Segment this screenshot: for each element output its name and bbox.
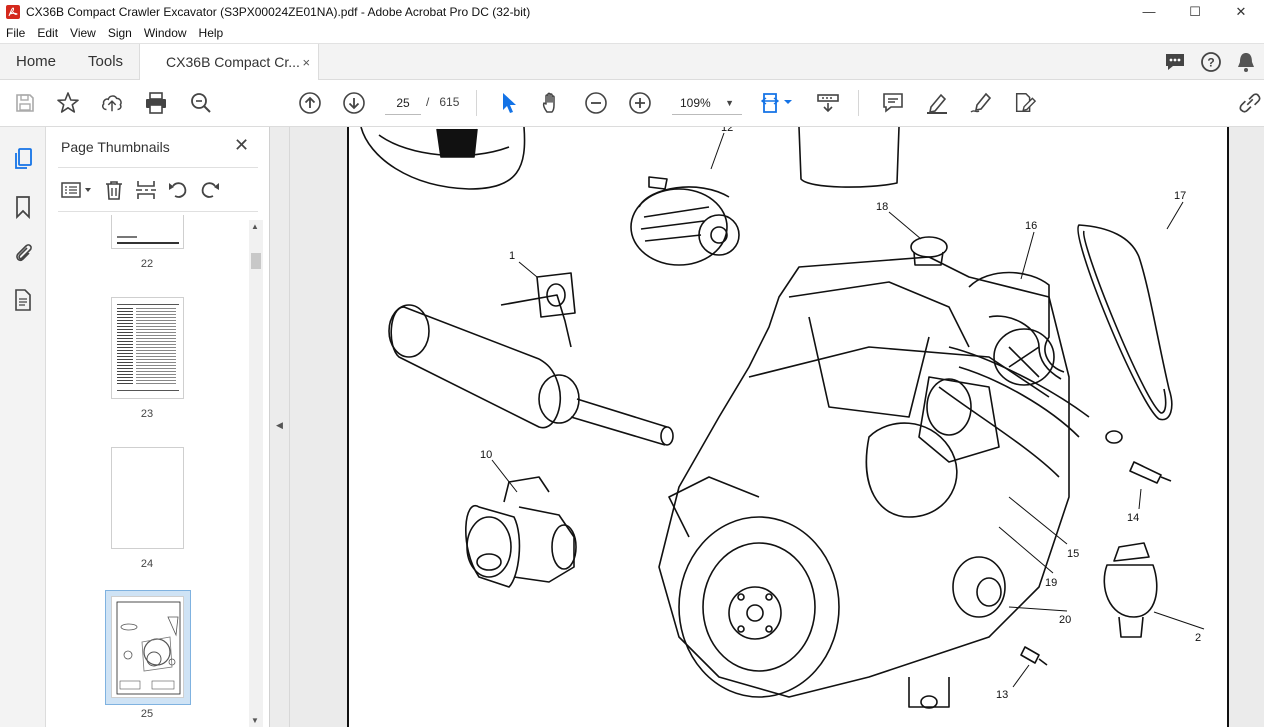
rotate-clockwise-icon[interactable]	[198, 179, 222, 201]
menu-file[interactable]: File	[0, 26, 31, 40]
next-page-icon[interactable]	[342, 91, 366, 115]
previous-page-icon[interactable]	[298, 91, 322, 115]
page-thumbnails-icon[interactable]	[11, 147, 35, 171]
menu-bar: File Edit View Sign Window Help	[0, 23, 1264, 43]
comment-icon[interactable]	[881, 91, 905, 115]
panel-title: Page Thumbnails	[61, 139, 170, 155]
svg-text:?: ?	[1207, 55, 1214, 69]
collapse-arrow-icon: ◀	[276, 420, 283, 430]
thumbnail-label: 22	[140, 258, 154, 270]
tab-bar: Home Tools CX36B Compact Cr... × ?	[0, 43, 1264, 80]
menu-sign[interactable]: Sign	[102, 26, 138, 40]
select-cursor-icon[interactable]	[496, 91, 520, 115]
page-total: 615	[439, 95, 460, 109]
tab-document[interactable]: CX36B Compact Cr... ×	[139, 44, 320, 80]
callout-13: 13	[996, 689, 1008, 701]
maximize-button[interactable]: ☐	[1172, 0, 1218, 23]
thumbnail-page-25[interactable]	[111, 596, 184, 698]
page-number-input[interactable]: 25	[385, 91, 421, 115]
share-link-icon[interactable]	[1238, 91, 1262, 115]
title-bar: CX36B Compact Crawler Excavator (S3PX000…	[0, 0, 1264, 23]
callout-15: 15	[1067, 548, 1079, 560]
callout-19: 19	[1045, 577, 1057, 589]
thumbnail-label: 25	[140, 708, 154, 720]
fill-sign-icon[interactable]	[1013, 91, 1037, 115]
thumbnail-page-24[interactable]	[111, 447, 184, 549]
callout-20: 20	[1059, 614, 1071, 626]
chevron-down-icon: ▼	[725, 98, 734, 108]
menu-edit[interactable]: Edit	[31, 26, 64, 40]
thumbnail-label: 23	[140, 408, 154, 420]
find-zoom-icon[interactable]	[189, 91, 213, 115]
highlight-pen-icon[interactable]	[925, 91, 949, 115]
thumbnail-page-23[interactable]	[111, 297, 184, 399]
thumbnail-diagram-preview	[116, 601, 181, 695]
insert-page-icon[interactable]	[134, 179, 158, 201]
callout-14: 14	[1127, 512, 1139, 524]
comment-share-icon[interactable]	[1164, 52, 1186, 72]
toolbar-divider	[476, 90, 477, 116]
page-separator: /	[426, 95, 430, 109]
callout-10: 10	[480, 449, 492, 461]
zoom-in-icon[interactable]	[628, 91, 652, 115]
account-icons: ?	[1164, 44, 1264, 79]
menu-window[interactable]: Window	[138, 26, 193, 40]
callout-2: 2	[1195, 632, 1201, 644]
callout-18: 18	[876, 201, 888, 213]
callout-16: 16	[1025, 220, 1037, 232]
thumbnails-scrollbar[interactable]: ▲ ▼	[249, 220, 263, 727]
save-icon[interactable]	[13, 91, 37, 115]
navigation-rail	[0, 127, 46, 727]
scroll-mode-icon[interactable]	[816, 91, 840, 115]
scrollbar-thumb[interactable]	[251, 253, 261, 269]
zoom-level-value: 109%	[680, 96, 711, 110]
page-count: / 615	[426, 95, 459, 109]
bookmark-star-icon[interactable]	[56, 91, 80, 115]
panel-toolbar	[60, 179, 222, 201]
divider	[58, 211, 258, 212]
thumbnail-options-icon[interactable]	[60, 180, 94, 200]
menu-help[interactable]: Help	[193, 26, 230, 40]
hand-tool-icon[interactable]	[540, 91, 564, 115]
close-panel-icon[interactable]: ✕	[234, 135, 249, 156]
fit-page-icon[interactable]	[760, 91, 796, 115]
upload-cloud-icon[interactable]	[100, 91, 124, 115]
print-icon[interactable]	[144, 91, 168, 115]
thumbnail-page-22[interactable]	[111, 215, 184, 249]
pdf-page: 12 18 16 17 1 10 14 15 19 20 2 13	[347, 127, 1229, 727]
callout-12: 12	[721, 127, 733, 134]
minimize-button[interactable]: —	[1126, 0, 1172, 23]
notifications-bell-icon[interactable]	[1236, 51, 1256, 73]
toolbar-divider	[858, 90, 859, 116]
document-view[interactable]: 12 18 16 17 1 10 14 15 19 20 2 13	[290, 127, 1264, 727]
zoom-level-dropdown[interactable]: 109% ▼	[672, 91, 742, 115]
close-window-button[interactable]: ✕	[1218, 0, 1264, 23]
thumbnail-label: 24	[140, 558, 154, 570]
document-properties-icon[interactable]	[11, 288, 35, 312]
scroll-up-icon[interactable]: ▲	[251, 222, 259, 231]
attachments-paperclip-icon[interactable]	[11, 241, 35, 265]
document-tab-label: CX36B Compact Cr...	[166, 54, 300, 70]
acrobat-app-icon	[6, 4, 20, 19]
delete-page-icon[interactable]	[102, 179, 126, 201]
zoom-out-icon[interactable]	[584, 91, 608, 115]
bookmarks-icon[interactable]	[11, 195, 35, 219]
window-title: CX36B Compact Crawler Excavator (S3PX000…	[26, 4, 531, 19]
thumbnail-list: 22 23 24 25	[46, 215, 248, 727]
engine-parts-diagram: 12 18 16 17 1 10 14 15 19 20 2 13	[360, 127, 1205, 709]
page-thumbnails-panel: Page Thumbnails ✕ 22 23 24 25 ▲ ▼	[46, 127, 270, 727]
callout-1: 1	[509, 250, 515, 262]
panel-collapse-handle[interactable]: ◀	[270, 127, 290, 727]
scroll-down-icon[interactable]: ▼	[251, 716, 259, 725]
draw-sign-icon[interactable]	[969, 91, 993, 115]
tab-tools[interactable]: Tools	[72, 44, 139, 79]
rotate-counterclockwise-icon[interactable]	[166, 179, 190, 201]
callout-17: 17	[1174, 190, 1186, 202]
divider	[58, 167, 258, 168]
help-icon[interactable]: ?	[1200, 51, 1222, 73]
close-tab-icon[interactable]: ×	[302, 55, 310, 70]
menu-view[interactable]: View	[64, 26, 102, 40]
tab-home[interactable]: Home	[0, 44, 72, 79]
